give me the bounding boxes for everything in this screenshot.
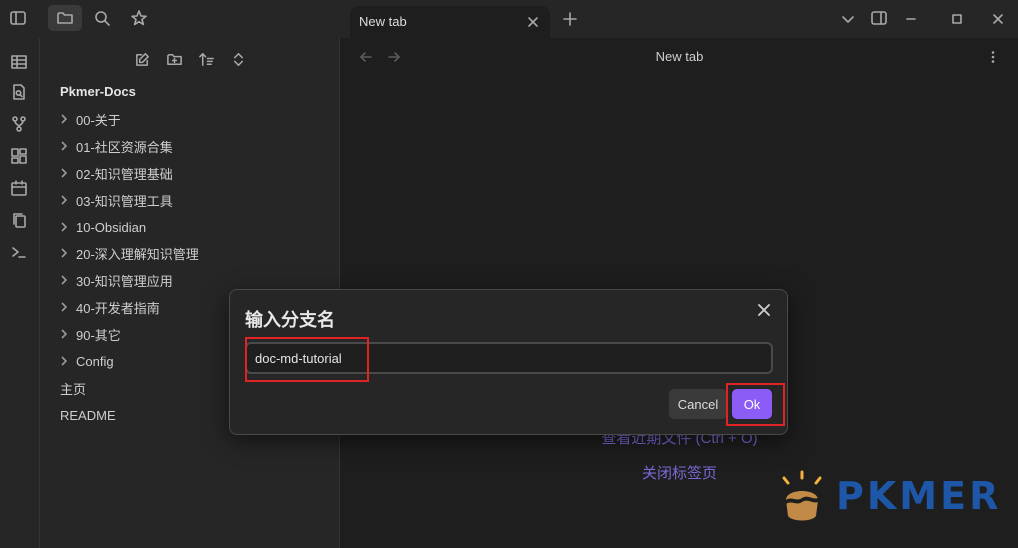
chevron-right-icon — [56, 272, 72, 288]
folder-label: 20-深入理解知识管理 — [76, 246, 199, 262]
new-note-icon — [135, 52, 149, 66]
folder-item[interactable]: 01-社区资源合集 — [56, 135, 173, 157]
chevron-right-icon — [56, 138, 72, 154]
file-item[interactable]: README — [60, 404, 116, 426]
search-icon — [95, 11, 110, 26]
ribbon-dashboard-button[interactable] — [7, 144, 31, 168]
minimize-button[interactable] — [900, 8, 922, 30]
vault-name: Pkmer-Docs — [60, 84, 136, 99]
new-note-button[interactable] — [131, 48, 153, 70]
tab-close-button[interactable] — [524, 13, 542, 31]
window-close-button[interactable] — [987, 8, 1009, 30]
dialog-close-button[interactable] — [753, 299, 775, 321]
cancel-button[interactable]: Cancel — [669, 389, 727, 419]
minimize-icon — [906, 18, 916, 20]
pkmer-logo: PKMER — [770, 466, 1000, 526]
collapse-all-button[interactable] — [227, 48, 249, 70]
folder-item[interactable]: 30-知识管理应用 — [56, 269, 173, 291]
pkmer-logo-text: PKMER — [836, 474, 1002, 518]
tab-list-button[interactable] — [837, 8, 859, 30]
folder-label: 03-知识管理工具 — [76, 193, 173, 209]
folder-item[interactable]: 90-其它 — [56, 323, 121, 345]
plus-icon — [563, 12, 577, 26]
table-icon — [11, 55, 27, 69]
folder-icon — [57, 12, 73, 24]
close-icon — [758, 304, 770, 316]
folder-item[interactable]: 40-开发者指南 — [56, 296, 160, 318]
folder-item[interactable]: 03-知识管理工具 — [56, 189, 173, 211]
bookmarks-button[interactable] — [127, 7, 151, 29]
more-vertical-icon — [991, 51, 995, 63]
sidebar-right-icon — [871, 11, 887, 25]
chevron-right-icon — [56, 353, 72, 369]
dashboard-icon — [11, 148, 27, 164]
calendar-icon — [11, 180, 27, 196]
folder-label: Config — [76, 353, 114, 369]
sidebar-toggle-icon — [10, 11, 26, 25]
folder-label: 30-知识管理应用 — [76, 273, 173, 289]
ribbon-terminal-button[interactable] — [7, 240, 31, 264]
folder-label: 40-开发者指南 — [76, 300, 160, 316]
ribbon-calendar-button[interactable] — [7, 176, 31, 200]
file-explorer-button[interactable] — [48, 5, 82, 31]
ribbon-file-search-button[interactable] — [7, 80, 31, 104]
chevron-right-icon — [56, 299, 72, 315]
chevron-down-icon — [842, 16, 854, 23]
ribbon — [0, 38, 40, 548]
folder-label: 00-关于 — [76, 112, 121, 128]
maximize-button[interactable] — [946, 8, 968, 30]
folder-label: 90-其它 — [76, 327, 121, 343]
ribbon-table-button[interactable] — [7, 50, 31, 74]
git-branch-icon — [12, 116, 26, 132]
ribbon-graph-button[interactable] — [7, 112, 31, 136]
folder-label: 02-知识管理基础 — [76, 166, 173, 182]
star-icon — [131, 10, 147, 26]
branch-name-input[interactable] — [245, 342, 773, 374]
sidebar-toggle-button[interactable] — [6, 7, 30, 29]
right-sidebar-toggle-button[interactable] — [868, 7, 890, 29]
pkmer-mascot-icon — [782, 470, 822, 521]
dialog-title: 输入分支名 — [245, 310, 335, 330]
new-folder-button[interactable] — [163, 48, 185, 70]
maximize-icon — [952, 14, 962, 24]
sort-icon — [198, 52, 214, 66]
new-tab-button[interactable] — [559, 8, 581, 30]
folder-label: 10-Obsidian — [76, 219, 147, 235]
ribbon-copy-button[interactable] — [7, 208, 31, 232]
ok-button[interactable]: Ok — [732, 389, 772, 419]
folder-item[interactable]: 00-关于 — [56, 108, 121, 130]
file-search-icon — [13, 84, 25, 100]
title-bar: New tab — [0, 0, 1018, 38]
close-icon — [528, 17, 538, 27]
sort-button[interactable] — [195, 48, 217, 70]
folder-item[interactable]: 20-深入理解知识管理 — [56, 242, 199, 264]
folder-item[interactable]: Config — [56, 350, 114, 372]
tab-title: New tab — [359, 14, 407, 29]
search-button[interactable] — [90, 7, 114, 29]
close-icon — [993, 14, 1003, 24]
tab-new[interactable]: New tab — [350, 6, 550, 38]
terminal-icon — [12, 247, 26, 258]
chevron-right-icon — [56, 111, 72, 127]
chevron-right-icon — [56, 165, 72, 181]
folder-item[interactable]: 02-知识管理基础 — [56, 162, 173, 184]
chevron-right-icon — [56, 219, 72, 235]
chevron-right-icon — [56, 326, 72, 342]
folder-label: 01-社区资源合集 — [76, 139, 173, 155]
view-title: New tab — [655, 49, 704, 64]
chevron-right-icon — [56, 245, 72, 261]
branch-name-dialog: 输入分支名 Cancel Ok — [229, 289, 788, 435]
collapse-icon — [233, 52, 243, 66]
more-options-button[interactable] — [982, 46, 1004, 68]
copy-icon — [13, 213, 26, 228]
new-folder-icon — [166, 53, 182, 65]
chevron-right-icon — [56, 192, 72, 208]
folder-item[interactable]: 10-Obsidian — [56, 216, 146, 238]
file-item[interactable]: 主页 — [60, 377, 86, 399]
